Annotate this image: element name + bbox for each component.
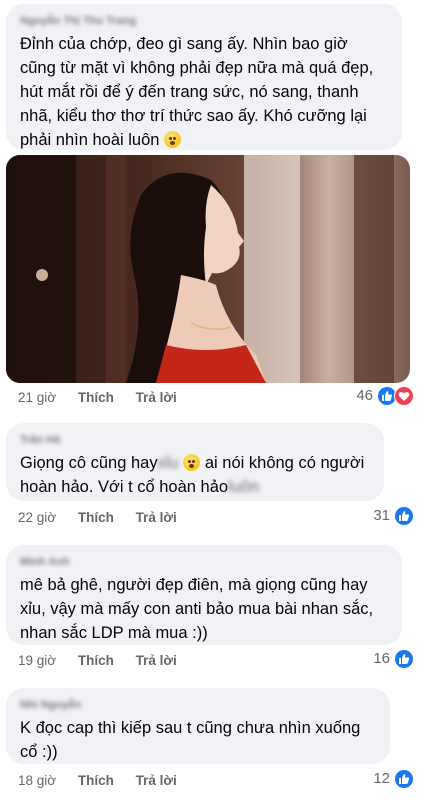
comment-time[interactable]: 21 giờ [18,390,56,405]
comment-text: mê bả ghê, người đẹp điên, mà giọng cũng… [20,576,374,642]
comment-bubble: Minh Anh mê bả ghê, người đẹp điên, mà g… [6,545,402,645]
reaction-summary[interactable]: 31 [373,506,414,526]
reaction-count: 46 [356,387,373,404]
pleading-face-emoji [183,454,201,471]
comment-text: Đỉnh của chớp, đeo gì sang ấy. Nhìn bao … [20,35,374,149]
reply-button[interactable]: Trả lời [136,510,177,525]
comment-bubble: Trần Hà Giọng cô cũng hayxỉu ai nói khôn… [6,423,384,501]
like-reaction-icon [394,506,414,526]
comment-actions: 22 giờ Thích Trả lời [18,508,195,528]
reaction-summary[interactable]: 46 [356,386,414,406]
like-reaction-icon [394,649,414,669]
like-button[interactable]: Thích [78,773,114,788]
reaction-count: 16 [373,650,390,667]
comment-author[interactable]: Minh Anh [20,555,388,569]
reaction-summary[interactable]: 16 [373,649,414,669]
comment-bubble: Nguyễn Thị Thu Trang Đỉnh của chớp, đeo … [6,4,402,150]
comment-photo[interactable] [6,155,410,383]
comment-text: K đọc cap thì kiếp sau t cũng chưa nhìn … [20,719,361,761]
reply-button[interactable]: Trả lời [136,390,177,405]
reaction-summary[interactable]: 12 [373,769,414,789]
comment-actions: 18 giờ Thích Trả lời [18,771,195,791]
love-reaction-icon [394,386,414,406]
comment-text: Giọng cô cũng hayxỉu ai nói không có ngư… [20,451,370,499]
like-button[interactable]: Thích [78,653,114,668]
reaction-count: 12 [373,770,390,787]
comment-actions: 19 giờ Thích Trả lời [18,651,195,671]
blurred-text: luôn [228,478,260,496]
comment-author[interactable]: Nhi Nguyễn [20,698,376,712]
comment-time[interactable]: 19 giờ [18,653,56,668]
comment-bubble: Nhi Nguyễn K đọc cap thì kiếp sau t cũng… [6,688,390,764]
reaction-count: 31 [373,507,390,524]
comment-author[interactable]: Trần Hà [20,433,370,447]
comment-time[interactable]: 22 giờ [18,510,56,525]
comment-actions: 21 giờ Thích Trả lời [18,388,195,408]
reply-button[interactable]: Trả lời [136,773,177,788]
blurred-text: xỉu [157,454,179,472]
like-button[interactable]: Thích [78,510,114,525]
comment-time[interactable]: 18 giờ [18,773,56,788]
like-button[interactable]: Thích [78,390,114,405]
hushed-face-emoji [164,131,182,148]
reply-button[interactable]: Trả lời [136,653,177,668]
like-reaction-icon [394,769,414,789]
comment-author[interactable]: Nguyễn Thị Thu Trang [20,14,388,28]
